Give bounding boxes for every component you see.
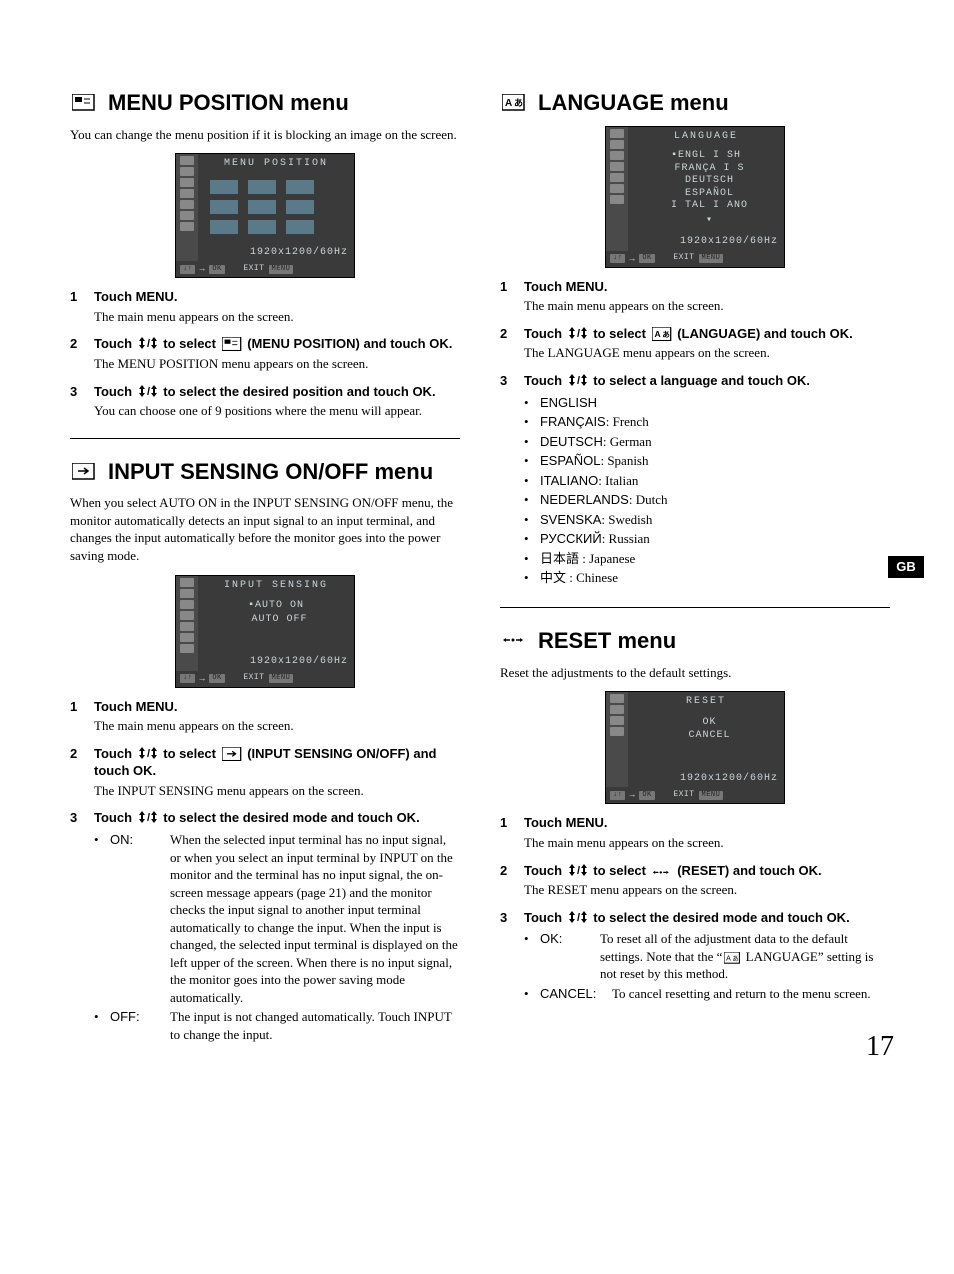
- svg-text:/: /: [577, 865, 580, 877]
- step-sub: The RESET menu appears on the screen.: [524, 881, 890, 899]
- step-head: Touch MENU.: [94, 288, 460, 306]
- osd-language: LANGUAGE ▪ENGL I SH FRANÇA I S DEUTSCH E…: [500, 126, 890, 268]
- step-head: Touch / to select the desired mode and t…: [94, 809, 460, 827]
- arrows-icon: /: [568, 862, 588, 878]
- page-number: 17: [866, 1028, 894, 1066]
- heading-reset: RESET menu: [500, 626, 890, 656]
- step-head: Touch / to select (LANGUAGE) and touch O…: [524, 325, 890, 343]
- step-sub: The MENU POSITION menu appears on the sc…: [94, 355, 460, 373]
- arrows-icon: /: [568, 325, 588, 341]
- input-sensing-intro: When you select AUTO ON in the INPUT SEN…: [70, 494, 460, 564]
- svg-text:/: /: [147, 748, 150, 760]
- reset-intro: Reset the adjustments to the default set…: [500, 664, 890, 682]
- on-desc: When the selected input terminal has no …: [170, 831, 460, 1006]
- lang-icon: [652, 327, 672, 341]
- arrows-icon: /: [138, 809, 158, 825]
- step-head: Touch MENU.: [94, 698, 460, 716]
- step-sub: The main menu appears on the screen.: [524, 834, 890, 852]
- arrows-icon: /: [568, 372, 588, 388]
- input-icon: [222, 747, 242, 761]
- osd-input-sensing: INPUT SENSING ▪AUTO ON AUTO OFF 1920x120…: [70, 575, 460, 688]
- osd-menu-position: MENU POSITION 1920x1200/60Hz ↓↑→OK EXITM…: [70, 153, 460, 278]
- svg-text:/: /: [577, 375, 580, 387]
- side-tab: GB: [888, 556, 924, 578]
- lang-icon: [502, 94, 528, 112]
- svg-text:/: /: [147, 386, 150, 398]
- off-desc: The input is not changed automatically. …: [170, 1008, 460, 1043]
- cancel-desc: To cancel resetting and return to the me…: [612, 985, 890, 1003]
- step-head: Touch / to select a language and touch O…: [524, 372, 890, 390]
- svg-text:/: /: [147, 812, 150, 824]
- step-head: Touch MENU.: [524, 814, 890, 832]
- svg-text:/: /: [577, 328, 580, 340]
- menupos-icon: [222, 337, 242, 351]
- svg-text:/: /: [147, 338, 150, 350]
- svg-text:/: /: [577, 912, 580, 924]
- menupos-icon: [72, 94, 98, 112]
- osd-reset: RESET OK CANCEL 1920x1200/60Hz ↓↑→OK EXI…: [500, 691, 890, 804]
- menu-position-intro: You can change the menu position if it i…: [70, 126, 460, 144]
- arrows-icon: /: [138, 335, 158, 351]
- ok-desc: To reset all of the adjustment data to t…: [600, 930, 890, 983]
- step-head: Touch / to select (RESET) and touch OK.: [524, 862, 890, 880]
- right-column: LANGUAGE menu LANGUAGE ▪ENGL I SH FRANÇA…: [500, 70, 890, 1056]
- step-head: Touch / to select (MENU POSITION) and to…: [94, 335, 460, 353]
- step-sub: You can choose one of 9 positions where …: [94, 402, 460, 420]
- heading-menu-position: MENU POSITION menu: [70, 88, 460, 118]
- step-head: Touch / to select the desired mode and t…: [524, 909, 890, 927]
- step-sub: The main menu appears on the screen.: [94, 717, 460, 735]
- arrows-icon: /: [568, 909, 588, 925]
- step-sub: The main menu appears on the screen.: [524, 297, 890, 315]
- reset-icon: [502, 632, 528, 650]
- heading-input-sensing: INPUT SENSING ON/OFF menu: [70, 457, 460, 487]
- heading-language: LANGUAGE menu: [500, 88, 890, 118]
- step-head: Touch MENU.: [524, 278, 890, 296]
- lang-icon: [724, 952, 740, 964]
- arrows-icon: /: [138, 383, 158, 399]
- step-sub: The LANGUAGE menu appears on the screen.: [524, 344, 890, 362]
- reset-icon: [652, 866, 672, 878]
- step-sub: The main menu appears on the screen.: [94, 308, 460, 326]
- step-sub: The INPUT SENSING menu appears on the sc…: [94, 782, 460, 800]
- step-head: Touch / to select the desired position a…: [94, 383, 460, 401]
- language-list: ENGLISH FRANÇAIS: French DEUTSCH: German…: [524, 394, 890, 587]
- step-head: Touch / to select (INPUT SENSING ON/OFF)…: [94, 745, 460, 780]
- left-column: MENU POSITION menu You can change the me…: [70, 70, 460, 1056]
- arrows-icon: /: [138, 745, 158, 761]
- input-icon: [72, 463, 98, 481]
